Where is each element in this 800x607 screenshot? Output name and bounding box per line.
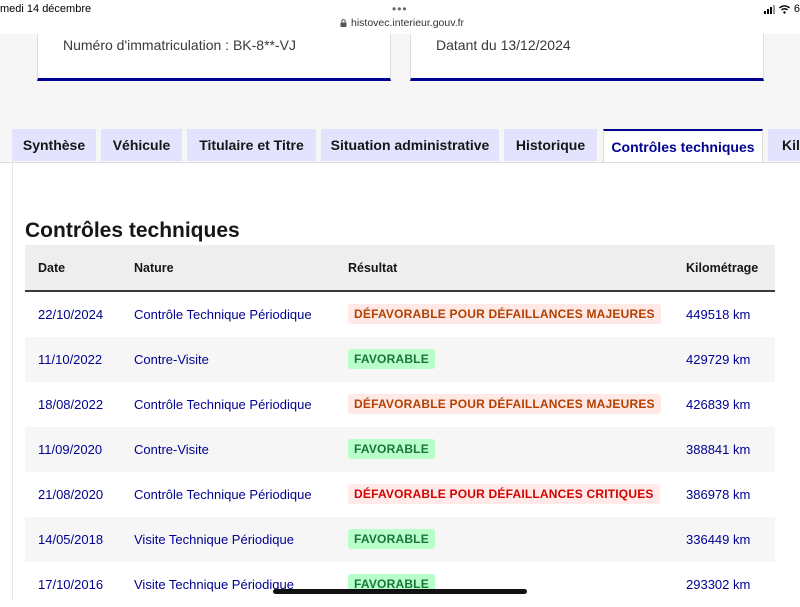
row-date: 11/09/2020 — [38, 442, 103, 457]
table-row: 21/08/2020 Contrôle Technique Périodique… — [25, 472, 775, 517]
address-bar[interactable]: histovec.interieur.gouv.fr — [340, 17, 464, 29]
tab-bar: Synthèse Véhicule Titulaire et Titre Sit… — [0, 129, 800, 162]
header-km: Kilométrage — [686, 261, 759, 275]
row-nature: Contrôle Technique Périodique — [134, 307, 312, 322]
row-nature: Visite Technique Périodique — [134, 532, 294, 547]
home-indicator[interactable] — [273, 589, 527, 594]
table-row: 18/08/2022 Contrôle Technique Périodique… — [25, 382, 775, 427]
row-date: 14/05/2018 — [38, 532, 104, 547]
row-km: 336449 km — [686, 532, 751, 547]
row-km: 293302 km — [686, 577, 751, 592]
row-km: 388841 km — [686, 442, 751, 457]
result-badge: DÉFAVORABLE POUR DÉFAILLANCES MAJEURES — [348, 394, 661, 414]
lock-icon — [340, 19, 347, 27]
report-date-card: Datant du 13/12/2024 — [410, 34, 764, 81]
tab-controles-techniques[interactable]: Contrôles techniques — [603, 129, 763, 162]
status-bar: medi 14 décembre ••• histovec.interieur.… — [0, 0, 800, 34]
row-nature: Contre-Visite — [134, 352, 209, 367]
table-row: 14/05/2018 Visite Technique Périodique F… — [25, 517, 775, 562]
inspections-table: Date Nature Résultat Kilométrage 22/10/2… — [25, 245, 775, 607]
wifi-icon — [778, 4, 790, 14]
header-nature: Nature — [134, 261, 174, 275]
header-date: Date — [38, 261, 66, 275]
battery-icon: 6 — [793, 3, 800, 15]
table-row: 11/09/2020 Contre-Visite FAVORABLE 38884… — [25, 427, 775, 472]
tab-historique[interactable]: Historique — [504, 129, 597, 161]
row-nature: Contre-Visite — [134, 442, 209, 457]
row-nature: Contrôle Technique Périodique — [134, 397, 312, 412]
tab-kilometrage[interactable]: Kil — [768, 129, 800, 161]
row-km: 426839 km — [686, 397, 751, 412]
tab-situation-administrative[interactable]: Situation administrative — [321, 129, 499, 161]
url-text: histovec.interieur.gouv.fr — [351, 17, 465, 29]
result-badge: FAVORABLE — [348, 439, 435, 459]
tab-vehicule[interactable]: Véhicule — [101, 129, 182, 161]
registration-number: Numéro d'immatriculation : BK-8**-VJ — [63, 37, 296, 53]
row-km: 449518 km — [686, 307, 751, 322]
report-date: Datant du 13/12/2024 — [436, 37, 571, 53]
header-result: Résultat — [348, 261, 398, 275]
row-nature: Visite Technique Périodique — [134, 577, 294, 592]
row-date: 17/10/2016 — [38, 577, 104, 592]
signal-icon — [763, 4, 775, 14]
row-km: 429729 km — [686, 352, 751, 367]
row-km: 386978 km — [686, 487, 751, 502]
tab-titulaire-titre[interactable]: Titulaire et Titre — [187, 129, 316, 161]
row-date: 18/08/2022 — [38, 397, 104, 412]
result-badge: DÉFAVORABLE POUR DÉFAILLANCES MAJEURES — [348, 304, 661, 324]
table-row: 17/10/2016 Visite Technique Périodique F… — [25, 562, 775, 607]
panel-border — [12, 162, 13, 600]
row-nature: Contrôle Technique Périodique — [134, 487, 312, 502]
registration-card: Numéro d'immatriculation : BK-8**-VJ — [37, 34, 391, 81]
result-badge: FAVORABLE — [348, 529, 435, 549]
row-date: 11/10/2022 — [38, 352, 103, 367]
status-date: medi 14 décembre — [0, 3, 92, 15]
row-date: 21/08/2020 — [38, 487, 104, 502]
more-dots-icon[interactable]: ••• — [392, 2, 408, 16]
table-header: Date Nature Résultat Kilométrage — [25, 245, 775, 292]
row-date: 22/10/2024 — [38, 307, 104, 322]
section-title: Contrôles techniques — [25, 219, 240, 242]
result-badge: FAVORABLE — [348, 349, 435, 369]
tab-synthese[interactable]: Synthèse — [12, 129, 96, 161]
table-row: 22/10/2024 Contrôle Technique Périodique… — [25, 292, 775, 337]
status-icons: 6 — [763, 3, 800, 15]
table-row: 11/10/2022 Contre-Visite FAVORABLE 42972… — [25, 337, 775, 382]
result-badge: DÉFAVORABLE POUR DÉFAILLANCES CRITIQUES — [348, 484, 660, 504]
